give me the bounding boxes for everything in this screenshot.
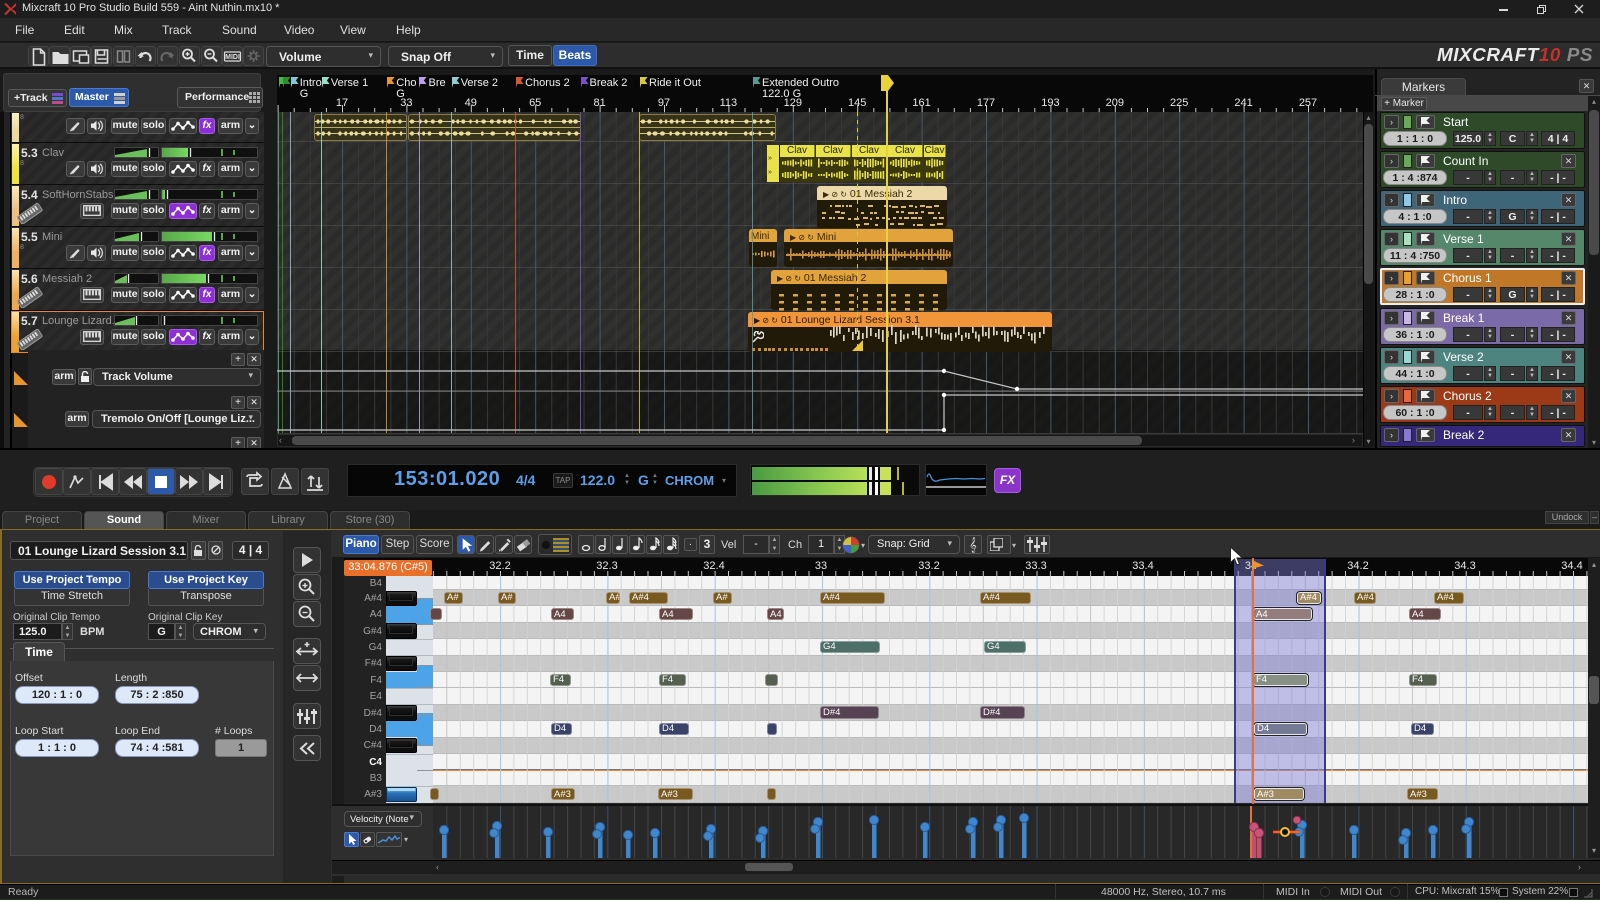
svg-text:MIDI: MIDI: [225, 54, 240, 61]
